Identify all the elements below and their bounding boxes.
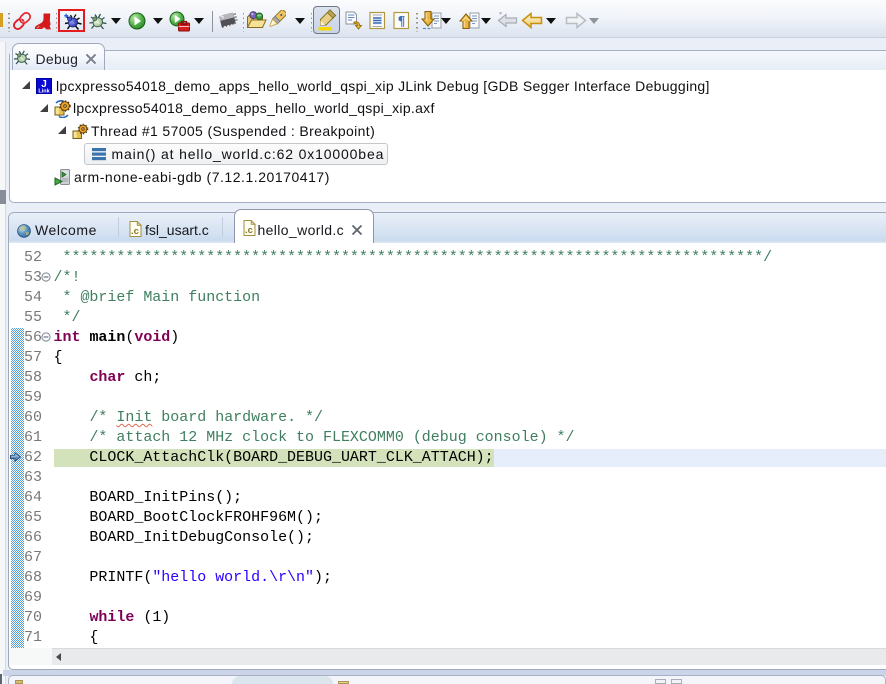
svg-text:¶: ¶ bbox=[397, 14, 405, 29]
svg-text:.c: .c bbox=[131, 226, 139, 237]
svg-text:Link: Link bbox=[38, 89, 50, 95]
svg-text:.c: .c bbox=[245, 225, 253, 236]
